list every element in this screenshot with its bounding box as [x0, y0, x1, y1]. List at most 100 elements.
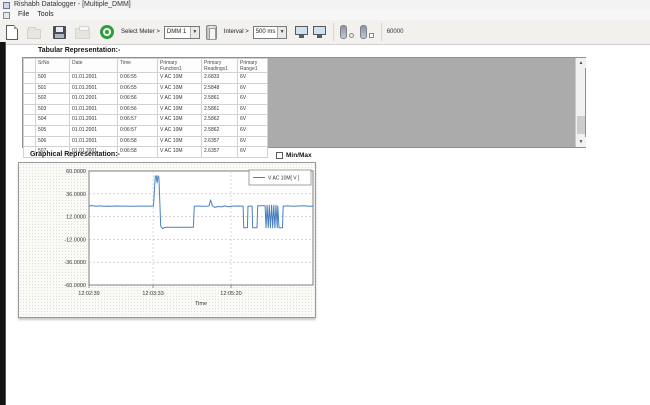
table-cell: 2.5862	[202, 115, 238, 126]
window-title: Rishabh Datalogger - [Multiple_DMM]	[14, 0, 131, 10]
table-row[interactable]: 50201.01.20010:06:56V AC 10M2.58616V	[24, 94, 268, 105]
table-cell: 0:06:58	[118, 136, 158, 147]
row-selector[interactable]	[24, 73, 36, 84]
table-cell: 01.01.2001	[70, 94, 118, 105]
table-cell: 6V	[238, 125, 268, 136]
chevron-down-icon: ▼	[190, 27, 199, 38]
table-cell: V AC 10M	[158, 73, 202, 84]
readings-table-container: SrNoDateTimePrimary Function1Primary Rea…	[22, 57, 586, 148]
row-selector[interactable]	[24, 125, 36, 136]
table-cell: V AC 10M	[158, 94, 202, 105]
open-folder-icon	[27, 29, 41, 39]
app-icon	[3, 2, 10, 9]
table-row[interactable]: 50001.01.20010:06:55V AC 10M2.68336V	[24, 73, 268, 84]
column-header: Primary Function1	[158, 59, 202, 73]
legend-label: V AC 10M[ V ]	[268, 176, 300, 182]
connect-button[interactable]	[100, 21, 114, 43]
y-tick-label: 60.0000	[66, 169, 86, 175]
table-cell: 01.01.2001	[70, 136, 118, 147]
y-tick-label: -12.0000	[64, 237, 86, 243]
row-selector[interactable]	[24, 83, 36, 94]
table-cell: 6V	[238, 147, 268, 158]
table-cell: V AC 10M	[158, 115, 202, 126]
table-cell: 2.5862	[202, 125, 238, 136]
y-tick-label: -60.0000	[64, 283, 86, 289]
toolbar: Select Meter > DMM 1 ▼ Interval > 500 ms…	[0, 20, 650, 45]
print-icon	[75, 28, 90, 39]
minmax-control: Min/Max	[276, 152, 312, 159]
table-cell: 2.5861	[202, 94, 238, 105]
meter-select[interactable]: DMM 1 ▼	[164, 26, 200, 39]
y-tick-label: -36.0000	[64, 260, 86, 266]
stop-logging-button[interactable]	[360, 21, 374, 43]
table-cell: 504	[36, 115, 70, 126]
interval-label: Interval >	[224, 29, 249, 35]
table-cell: 6V	[238, 136, 268, 147]
table-cell: 501	[36, 83, 70, 94]
table-cell: 01.01.2001	[70, 115, 118, 126]
table-cell: 01.01.2001	[70, 73, 118, 84]
table-row[interactable]: 50601.01.20010:06:58V AC 10M2.63576V	[24, 136, 268, 147]
chart-canvas: 60.000036.000012.0000-12.0000-36.0000-60…	[19, 163, 317, 319]
table-cell: 0:06:57	[118, 125, 158, 136]
scroll-up-arrow[interactable]: ▲	[576, 58, 586, 68]
table-cell: 2.6357	[202, 136, 238, 147]
row-selector[interactable]	[24, 104, 36, 115]
readings-table: SrNoDateTimePrimary Function1Primary Rea…	[23, 58, 268, 158]
record-dot-icon	[349, 33, 354, 38]
chevron-down-icon: ▼	[277, 27, 285, 38]
table-cell: 0:06:58	[118, 147, 158, 158]
interval-select[interactable]: 500 ms ▼	[253, 26, 287, 39]
table-cell: 6V	[238, 115, 268, 126]
table-cell: 6V	[238, 104, 268, 115]
table-cell: V AC 10M	[158, 83, 202, 94]
table-cell: 6V	[238, 94, 268, 105]
table-cell: 0:06:55	[118, 73, 158, 84]
row-selector[interactable]	[24, 115, 36, 126]
table-row[interactable]: 50401.01.20010:06:57V AC 10M2.58626V	[24, 115, 268, 126]
minmax-checkbox[interactable]	[276, 152, 283, 159]
table-row[interactable]: 50501.01.20010:06:57V AC 10M2.58626V	[24, 125, 268, 136]
table-cell: 2.5861	[202, 104, 238, 115]
table-scrollbar[interactable]: ▲ ▼	[575, 58, 585, 147]
battery-icon	[340, 25, 347, 39]
menu-tools[interactable]: Tools	[37, 10, 53, 20]
meter-device-button[interactable]	[206, 21, 217, 43]
table-cell: 505	[36, 125, 70, 136]
minmax-label: Min/Max	[286, 152, 312, 159]
graphical-heading: Graphical Representation:-	[30, 151, 120, 158]
column-header: Primary Readings1	[202, 59, 238, 73]
table-cell: 502	[36, 94, 70, 105]
table-cell: 2.5848	[202, 83, 238, 94]
table-cell: V AC 10M	[158, 125, 202, 136]
column-header: SrNo	[36, 59, 70, 73]
log-to-pc-button[interactable]	[313, 21, 326, 43]
menu-bar: File Tools	[0, 10, 650, 20]
row-selector[interactable]	[24, 136, 36, 147]
table-row[interactable]: 50301.01.20010:06:56V AC 10M2.58616V	[24, 104, 268, 115]
y-tick-label: 12.0000	[66, 215, 86, 221]
column-header: Primary Range1	[238, 59, 268, 73]
table-header-row: SrNoDateTimePrimary Function1Primary Rea…	[24, 59, 268, 73]
scroll-down-arrow[interactable]: ▼	[576, 137, 586, 147]
x-tick-label: 12:05:20	[220, 291, 241, 297]
start-logging-button[interactable]	[340, 21, 354, 43]
menu-file[interactable]: File	[18, 10, 29, 20]
save-button[interactable]	[53, 21, 66, 43]
x-axis-title: Time	[195, 301, 207, 307]
x-tick-label: 12:03:33	[142, 291, 163, 297]
save-icon	[53, 26, 66, 39]
scroll-thumb[interactable]	[577, 116, 585, 134]
table-cell: 500	[36, 73, 70, 84]
open-button	[27, 21, 41, 43]
connect-icon	[100, 25, 114, 39]
column-header: Time	[118, 59, 158, 73]
row-selector[interactable]	[24, 94, 36, 105]
left-edge-bar	[0, 42, 6, 405]
read-meter-button[interactable]	[295, 21, 308, 43]
battery-icon	[360, 25, 367, 39]
new-file-button[interactable]	[6, 21, 18, 43]
table-row[interactable]: 50101.01.20010:06:55V AC 10M2.58486V	[24, 83, 268, 94]
table-cell: 0:06:56	[118, 104, 158, 115]
new-file-icon	[6, 25, 18, 40]
